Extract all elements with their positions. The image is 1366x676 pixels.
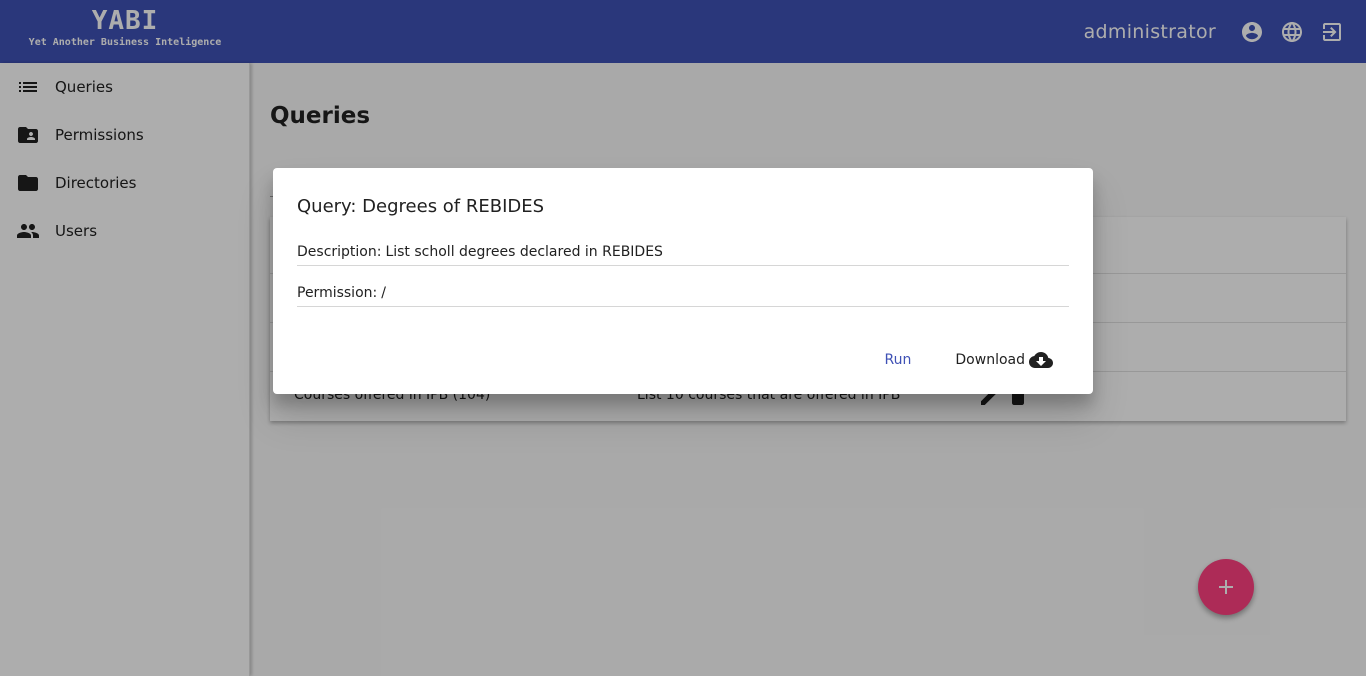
permission-field: Permission: /	[297, 285, 1069, 307]
description-field: Description: List scholl degrees declare…	[297, 244, 1069, 266]
cloud-download-icon	[1029, 352, 1053, 368]
download-button[interactable]: Download	[939, 344, 1069, 376]
download-label: Download	[955, 352, 1025, 368]
query-dialog: Query: Degrees of REBIDES Description: L…	[273, 168, 1093, 394]
run-button[interactable]: Run	[869, 344, 928, 376]
permission-label: Permission:	[297, 285, 378, 301]
dialog-actions: Run Download	[869, 344, 1069, 376]
description-value: List scholl degrees declared in REBIDES	[385, 244, 663, 260]
description-label: Description:	[297, 244, 382, 260]
dialog-title: Query: Degrees of REBIDES	[297, 196, 545, 217]
permission-value: /	[381, 285, 386, 301]
